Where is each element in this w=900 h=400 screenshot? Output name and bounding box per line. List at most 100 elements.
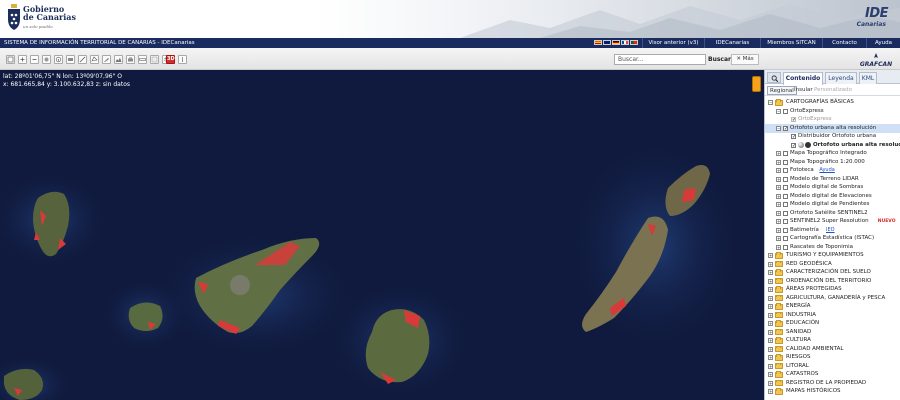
- ide-logo-text: IDE: [864, 6, 889, 21]
- pan-hand-icon[interactable]: [42, 55, 51, 64]
- gov-tagline: un solo pueblo: [23, 24, 53, 29]
- swipe-icon[interactable]: [178, 55, 187, 64]
- folder-icon: [775, 286, 783, 293]
- panel-search-tab[interactable]: [767, 72, 781, 83]
- canary-islands-map[interactable]: [0, 70, 764, 400]
- expand-toggle-icon[interactable]: +: [776, 185, 781, 190]
- layer-checkbox[interactable]: [783, 244, 788, 250]
- search-button[interactable]: Buscar: [708, 54, 731, 65]
- layer-opacity-icon[interactable]: [798, 142, 804, 148]
- expand-toggle-icon[interactable]: +: [768, 363, 773, 369]
- expand-toggle-icon[interactable]: +: [768, 253, 773, 258]
- expand-toggle-icon[interactable]: +: [768, 287, 773, 292]
- expand-toggle-icon[interactable]: +: [776, 159, 781, 165]
- nav-link-idecanarias[interactable]: IDECanarias: [704, 38, 760, 48]
- search-input[interactable]: [614, 54, 706, 65]
- nav-link-visor-anterior[interactable]: Visor anterior (v3): [642, 38, 704, 48]
- nav-link-ayuda[interactable]: Ayuda: [866, 38, 900, 48]
- flag-french-icon[interactable]: [621, 40, 629, 45]
- expand-toggle-icon[interactable]: +: [776, 236, 781, 241]
- expand-toggle-icon[interactable]: +: [776, 227, 781, 233]
- print-icon[interactable]: [126, 55, 135, 64]
- expand-toggle-icon[interactable]: +: [768, 329, 773, 335]
- layer-checkbox[interactable]: [783, 193, 788, 199]
- nav-link-miembros-sitcan[interactable]: Miembros SITCAN: [760, 38, 822, 48]
- collapse-toggle-icon[interactable]: −: [776, 125, 781, 131]
- expand-toggle-icon[interactable]: +: [768, 346, 773, 352]
- layer-checkbox[interactable]: [783, 168, 788, 173]
- gobierno-canarias-logo-icon[interactable]: [6, 3, 22, 31]
- expand-toggle-icon[interactable]: +: [768, 389, 773, 394]
- expand-toggle-icon[interactable]: +: [768, 270, 773, 275]
- layer-checkbox[interactable]: [783, 236, 788, 241]
- header-banner: Gobierno de Canarias un solo pueblo IDE …: [0, 0, 900, 38]
- expand-toggle-icon[interactable]: +: [776, 176, 781, 182]
- expand-toggle-icon[interactable]: +: [776, 202, 781, 207]
- map-viewport[interactable]: lat: 28º01'06,75" N lon: 13º09'07,96" O …: [0, 70, 764, 400]
- layer-info-icon[interactable]: [805, 142, 811, 148]
- layer-checkbox[interactable]: [783, 159, 788, 165]
- draw-line-icon[interactable]: [78, 55, 87, 64]
- info-icon[interactable]: [54, 55, 63, 64]
- layer-checkbox[interactable]: ✓: [791, 117, 796, 123]
- 3d-view-icon[interactable]: 3D: [166, 55, 175, 64]
- tab-leyenda[interactable]: Leyenda: [825, 72, 857, 84]
- expand-toggle-icon[interactable]: +: [776, 193, 781, 199]
- more-button[interactable]: ✕ Más: [731, 54, 759, 65]
- folder-icon: [775, 311, 783, 318]
- street-view-pegman-icon[interactable]: [752, 76, 761, 92]
- flag-german-icon[interactable]: [612, 40, 620, 45]
- nav-link-contacto[interactable]: Contacto: [822, 38, 866, 48]
- zoom-out-icon[interactable]: [30, 55, 39, 64]
- grafcan-logo-icon[interactable]: GRAFCAN: [856, 52, 896, 68]
- expand-toggle-icon[interactable]: +: [768, 338, 773, 343]
- blank-icon[interactable]: [150, 55, 159, 64]
- layer-checkbox[interactable]: [783, 227, 788, 233]
- expand-toggle-icon[interactable]: +: [768, 304, 773, 309]
- draw-area-icon[interactable]: [90, 55, 99, 64]
- layer-checkbox[interactable]: [783, 176, 788, 182]
- layer-group-row[interactable]: + MAPAS HISTÓRICOS: [765, 387, 900, 396]
- zoom-extent-icon[interactable]: [6, 55, 15, 64]
- tab-contenido[interactable]: Contenido: [783, 72, 823, 85]
- zoom-in-icon[interactable]: [18, 55, 27, 64]
- top-navbar: SISTEMA DE INFORMACIÓN TERRITORIAL DE CA…: [0, 38, 900, 48]
- edit-icon[interactable]: [102, 55, 111, 64]
- expand-toggle-icon[interactable]: +: [768, 295, 773, 301]
- layer-checkbox[interactable]: [783, 202, 788, 207]
- layer-checkbox[interactable]: [783, 108, 788, 114]
- flag-english-icon[interactable]: [603, 40, 611, 45]
- layer-checkbox[interactable]: [783, 185, 788, 190]
- layer-checkbox[interactable]: ✓: [791, 142, 796, 148]
- expand-toggle-icon[interactable]: +: [768, 312, 773, 318]
- layer-checkbox[interactable]: [783, 151, 788, 156]
- layer-checkbox[interactable]: ✓: [783, 125, 788, 131]
- idecanarias-logo[interactable]: IDE Canarias: [846, 4, 890, 34]
- expand-toggle-icon[interactable]: +: [776, 210, 781, 216]
- layer-checkbox[interactable]: [783, 219, 788, 224]
- expand-toggle-icon[interactable]: +: [776, 219, 781, 224]
- collapse-toggle-icon[interactable]: −: [776, 108, 781, 114]
- flag-spanish-icon[interactable]: [594, 40, 602, 45]
- folder-icon: [775, 362, 783, 369]
- profile-icon[interactable]: [114, 55, 123, 64]
- tab-kml[interactable]: KML: [859, 72, 877, 84]
- subtab-personalizado[interactable]: Personalizado: [812, 86, 854, 95]
- expand-toggle-icon[interactable]: +: [768, 380, 773, 386]
- folder-icon: [775, 252, 783, 259]
- expand-toggle-icon[interactable]: +: [776, 151, 781, 156]
- expand-toggle-icon[interactable]: +: [768, 355, 773, 360]
- expand-toggle-icon[interactable]: +: [768, 372, 773, 377]
- layer-checkbox[interactable]: ✓: [791, 134, 796, 140]
- collapse-toggle-icon[interactable]: −: [768, 100, 773, 105]
- layer-checkbox[interactable]: [783, 210, 788, 216]
- expand-toggle-icon[interactable]: +: [776, 168, 781, 173]
- expand-toggle-icon[interactable]: +: [768, 278, 773, 284]
- identify-icon[interactable]: [66, 55, 75, 64]
- expand-toggle-icon[interactable]: +: [768, 321, 773, 326]
- flag-portuguese-icon[interactable]: [630, 40, 638, 45]
- measure-icon[interactable]: [138, 55, 147, 64]
- expand-toggle-icon[interactable]: +: [776, 244, 781, 250]
- expand-toggle-icon[interactable]: +: [768, 261, 773, 267]
- coords-latlon: lat: 28º01'06,75" N lon: 13º09'07,96" O: [3, 73, 122, 80]
